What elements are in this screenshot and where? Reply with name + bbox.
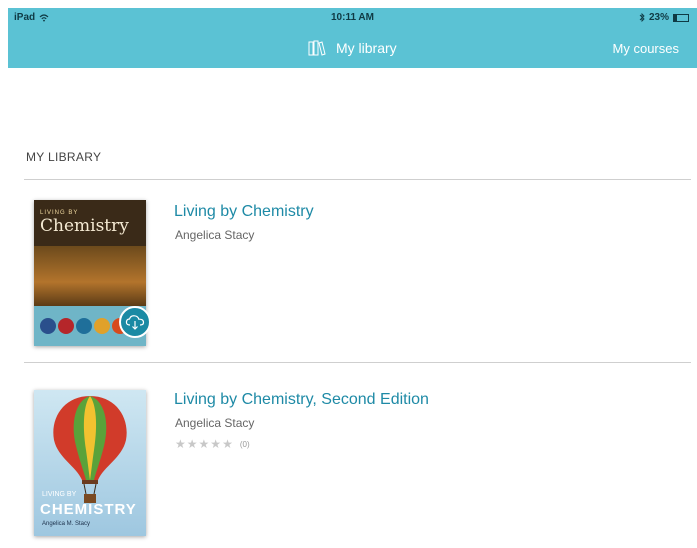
- download-button[interactable]: [119, 306, 151, 338]
- star-icon: ★: [222, 437, 233, 451]
- app-screen: iPad 10:11 AM 23% My library My courses …: [0, 0, 697, 548]
- books-icon: [308, 40, 326, 56]
- section-title: MY LIBRARY: [26, 150, 102, 164]
- my-courses-link[interactable]: My courses: [613, 28, 679, 68]
- book-item[interactable]: LIVING BY Chemistry Living by Chemistry …: [24, 180, 691, 350]
- book-item[interactable]: LIVING BY CHEMISTRY Angelica M. Stacy Li…: [24, 368, 691, 538]
- star-icon: ★: [175, 437, 186, 451]
- book-author: Angelica Stacy: [175, 416, 255, 430]
- book-author: Angelica Stacy: [175, 228, 255, 242]
- rating-count: (0): [239, 439, 250, 449]
- status-right: 23%: [639, 12, 689, 23]
- balloon-illustration: [53, 396, 127, 503]
- nav-title-group[interactable]: My library: [308, 28, 397, 68]
- star-icon: ★: [186, 437, 198, 451]
- battery-icon: [673, 13, 689, 22]
- cover-author: Angelica M. Stacy: [42, 521, 91, 527]
- status-time: 10:11 AM: [331, 12, 374, 23]
- nav-title: My library: [336, 40, 397, 56]
- book-cover[interactable]: LIVING BY CHEMISTRY Angelica M. Stacy: [34, 390, 146, 536]
- cover-word: CHEMISTRY: [40, 501, 137, 518]
- star-icon: ★: [210, 437, 222, 451]
- star-icon: ★: [198, 437, 210, 451]
- cover-word: Chemistry: [40, 216, 129, 236]
- cloud-download-icon: [125, 315, 145, 330]
- status-bar: iPad 10:11 AM 23%: [8, 8, 697, 28]
- book-title[interactable]: Living by Chemistry: [174, 203, 314, 221]
- nav-bar: My library My courses: [8, 28, 697, 68]
- book-divider: [24, 362, 691, 363]
- battery-percent: 23%: [648, 12, 669, 23]
- cover-small-text: LIVING BY: [42, 491, 77, 498]
- bluetooth-icon: [639, 13, 645, 22]
- book-title[interactable]: Living by Chemistry, Second Edition: [174, 391, 429, 409]
- star-rating[interactable]: ★ ★ ★ ★ ★ (0): [175, 437, 250, 451]
